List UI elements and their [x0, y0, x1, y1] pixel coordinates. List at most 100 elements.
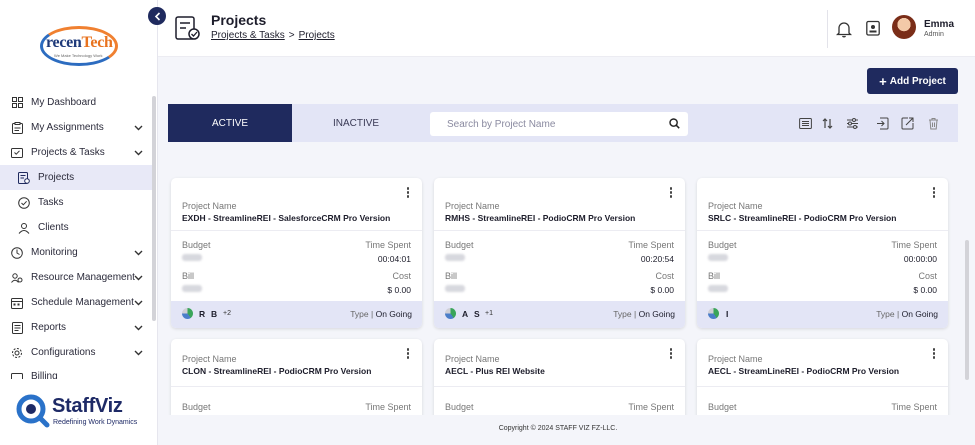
cost-label: Cost: [655, 271, 674, 281]
sidebar-item-label: Reports: [31, 322, 67, 333]
more-members-count[interactable]: +1: [485, 310, 493, 317]
project-card[interactable]: Project Name AECL - StreamLineREI - Podi…: [697, 339, 948, 415]
sidebar-item-monitoring[interactable]: Monitoring: [0, 240, 152, 265]
billing-icon: [11, 371, 23, 379]
time-spent-label: Time Spent: [891, 402, 937, 412]
sidebar-item-label: My Dashboard: [31, 97, 97, 108]
sidebar-item-clients[interactable]: Clients: [0, 215, 152, 240]
chevron-down-icon: [134, 323, 143, 334]
search-icon[interactable]: [669, 118, 680, 129]
filter-icon[interactable]: [846, 117, 859, 130]
project-name: SRLC - StreamlineREI - PodioCRM Pro Vers…: [708, 213, 897, 223]
user-name[interactable]: Emma: [924, 19, 954, 30]
budget-label: Budget: [445, 240, 474, 250]
project-name-label: Project Name: [182, 354, 237, 364]
tab-active[interactable]: ACTIVE: [168, 104, 292, 142]
sidebar-item-projects-tasks[interactable]: Projects & Tasks: [0, 140, 152, 165]
time-spent-label: Time Spent: [628, 240, 674, 250]
top-header: Projects Projects & Tasks > Projects Emma …: [158, 0, 975, 57]
export-icon[interactable]: [901, 117, 914, 130]
sidebar-collapse-button[interactable]: [148, 7, 166, 25]
breadcrumb: Projects & Tasks > Projects: [211, 30, 335, 41]
more-options-icon[interactable]: [669, 187, 673, 199]
card-divider: [434, 386, 685, 387]
status-value: On Going: [375, 309, 412, 319]
logo-text-accent: Tech: [81, 34, 113, 51]
sidebar-item-schedule-management[interactable]: Schedule Management: [0, 290, 152, 315]
trash-icon[interactable]: [927, 117, 940, 130]
sidebar: recenTech We Make Technology Work My Das…: [0, 0, 158, 445]
import-icon[interactable]: [876, 117, 889, 130]
sidebar-item-projects[interactable]: Projects: [0, 165, 152, 190]
card-footer: I Type | On Going: [697, 301, 948, 328]
status-value: On Going: [901, 309, 938, 319]
breadcrumb-projects[interactable]: Projects: [299, 30, 335, 41]
project-card[interactable]: Project Name EXDH - StreamlineREI - Sale…: [171, 178, 422, 328]
bell-icon[interactable]: [836, 20, 852, 38]
main-scrollbar[interactable]: [965, 240, 969, 380]
sidebar-item-label: Clients: [38, 222, 69, 233]
sidebar-item-my-assignments[interactable]: My Assignments: [0, 115, 152, 140]
sidebar-item-reports[interactable]: Reports: [0, 315, 152, 340]
project-name-label: Project Name: [708, 201, 763, 211]
bill-value-redacted: [708, 285, 728, 292]
member-initial: S: [474, 309, 480, 319]
team-avatar-icon: [445, 308, 456, 319]
card-divider: [697, 386, 948, 387]
staffviz-brand: StaffViz Redefining Work Dynamics: [14, 393, 154, 433]
type-separator: |: [897, 309, 900, 319]
sidebar-item-billing[interactable]: Billing: [0, 365, 152, 379]
type-label: Type: [613, 309, 632, 319]
sort-icon[interactable]: [821, 117, 834, 130]
more-members-count[interactable]: +2: [223, 310, 231, 317]
time-spent-value: 00:20:54: [640, 254, 674, 264]
sidebar-item-my-dashboard[interactable]: My Dashboard: [0, 90, 152, 115]
sidebar-scrollbar[interactable]: [152, 96, 156, 321]
projects-tasks-icon: [11, 147, 23, 159]
more-options-icon[interactable]: [669, 348, 673, 360]
more-options-icon[interactable]: [932, 187, 936, 199]
time-spent-label: Time Spent: [628, 402, 674, 412]
project-card[interactable]: Project Name AECL - Plus REI Website Bud…: [434, 339, 685, 415]
budget-label: Budget: [182, 402, 211, 412]
project-card[interactable]: Project Name CLON - StreamlineREI - Podi…: [171, 339, 422, 415]
breadcrumb-separator: >: [288, 30, 295, 41]
card-view-icon[interactable]: [799, 117, 812, 130]
projects-toolbar: ACTIVE INACTIVE: [168, 104, 958, 142]
project-name: AECL - Plus REI Website: [445, 366, 545, 376]
sidebar-item-label: Resource Management: [31, 272, 135, 283]
chevron-down-icon: [134, 248, 143, 259]
sidebar-item-resource-management[interactable]: Resource Management: [0, 265, 152, 290]
logo-tagline: We Make Technology Work: [54, 53, 103, 58]
team-avatar-icon: [708, 308, 719, 319]
type-label: Type: [876, 309, 895, 319]
budget-label: Budget: [182, 240, 211, 250]
more-options-icon[interactable]: [932, 348, 936, 360]
header-divider: [827, 10, 828, 48]
project-card[interactable]: Project Name SRLC - StreamlineREI - Podi…: [697, 178, 948, 328]
tab-inactive[interactable]: INACTIVE: [294, 104, 418, 142]
member-initial: I: [726, 309, 729, 319]
search-input[interactable]: [430, 112, 660, 136]
project-card[interactable]: Project Name RMHS - StreamlineREI - Podi…: [434, 178, 685, 328]
cost-value: $ 0.00: [650, 285, 674, 295]
breadcrumb-projects-tasks[interactable]: Projects & Tasks: [211, 30, 285, 41]
assignments-icon: [11, 121, 23, 134]
id-card-icon[interactable]: [866, 20, 880, 36]
add-project-button[interactable]: + Add Project: [867, 68, 958, 94]
type-separator: |: [634, 309, 637, 319]
more-options-icon[interactable]: [406, 187, 410, 199]
more-options-icon[interactable]: [406, 348, 410, 360]
project-name-label: Project Name: [182, 201, 237, 211]
project-name-label: Project Name: [708, 354, 763, 364]
chevron-down-icon: [134, 273, 143, 284]
card-divider: [697, 230, 948, 231]
project-type-status: Type | On Going: [350, 309, 412, 319]
sidebar-item-tasks[interactable]: Tasks: [0, 190, 152, 215]
avatar[interactable]: [892, 15, 916, 39]
company-logo: recenTech We Make Technology Work: [40, 26, 118, 66]
card-divider: [171, 386, 422, 387]
page-title: Projects: [211, 12, 267, 28]
cost-label: Cost: [392, 271, 411, 281]
sidebar-item-configurations[interactable]: Configurations: [0, 340, 152, 365]
